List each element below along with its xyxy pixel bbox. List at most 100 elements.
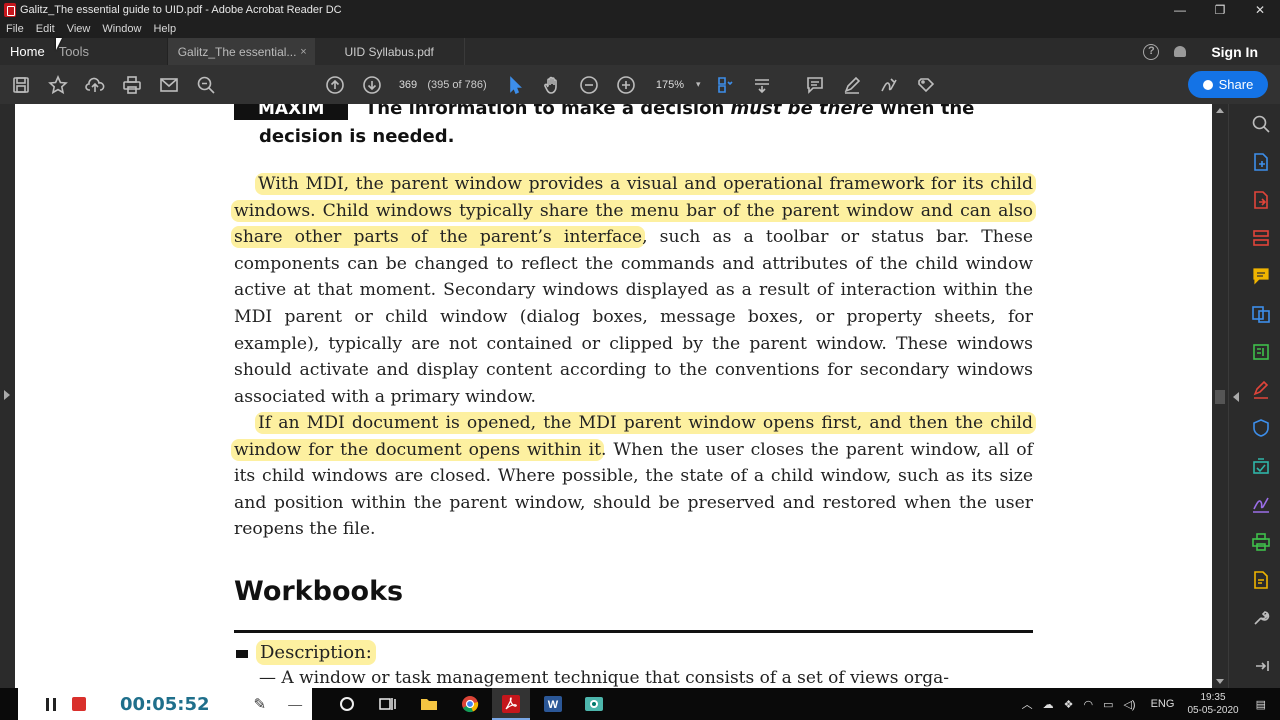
print-production-icon[interactable]	[1251, 532, 1271, 552]
acrobat-app-icon	[4, 3, 16, 17]
task-view-icon[interactable]	[377, 694, 397, 714]
help-icon[interactable]: ?	[1143, 43, 1160, 60]
zoom-out-icon[interactable]	[570, 70, 607, 100]
edit-pdf-icon[interactable]	[1251, 342, 1271, 362]
pen-icon[interactable]: ✎	[254, 695, 267, 713]
pdf-page[interactable]: MAXIM The information to make a decision…	[15, 104, 1212, 688]
notifications-icon[interactable]: ▤	[1256, 698, 1266, 711]
collapse-tools-pane-icon[interactable]	[1233, 392, 1239, 402]
recording-timer: 00:05:52	[120, 693, 210, 715]
maxim-text-part1: The information to make a decision	[365, 104, 731, 119]
organize-pages-icon[interactable]	[1251, 228, 1271, 248]
hand-tool-icon[interactable]	[533, 70, 570, 100]
page-number-input[interactable]: 369	[394, 79, 422, 91]
zoom-dropdown-icon[interactable]: ▾	[696, 79, 701, 90]
zoom-in-icon[interactable]	[607, 70, 644, 100]
signature-icon[interactable]	[1251, 494, 1271, 514]
clock[interactable]: 19:35 05-05-2020	[1187, 691, 1238, 717]
file-explorer-icon[interactable]	[419, 694, 439, 714]
pause-icon[interactable]	[46, 697, 56, 711]
create-pdf-icon[interactable]	[1251, 152, 1271, 172]
combine-files-icon[interactable]	[1251, 304, 1271, 324]
send-for-review-icon[interactable]	[1251, 456, 1271, 476]
export-pdf-icon[interactable]	[1251, 190, 1271, 210]
person-icon	[1202, 79, 1213, 90]
share-button[interactable]: Share	[1188, 71, 1268, 98]
collapse-pane-icon[interactable]	[1251, 656, 1271, 676]
bullet-marker	[236, 650, 248, 658]
tab-home[interactable]: Home	[0, 38, 55, 65]
onedrive-icon[interactable]: ☁	[1043, 698, 1054, 711]
print-icon[interactable]	[113, 70, 150, 100]
tab-bar: Home Tools Galitz_The essential... × UID…	[0, 38, 1280, 65]
menu-help[interactable]: Help	[147, 23, 182, 35]
acrobat-taskbar-button[interactable]	[492, 688, 530, 720]
close-button[interactable]: ✕	[1240, 0, 1280, 20]
share-button-label: Share	[1218, 77, 1254, 92]
scroll-mode-icon[interactable]	[744, 70, 781, 100]
stop-icon[interactable]	[72, 697, 86, 711]
page-count-label: (395 of 786)	[427, 78, 487, 91]
scroll-up-icon[interactable]	[1216, 108, 1224, 113]
sign-icon[interactable]	[871, 70, 908, 100]
email-icon[interactable]	[150, 70, 187, 100]
left-nav-panel[interactable]	[0, 104, 15, 688]
show-hidden-icons-icon[interactable]: ︿	[1022, 696, 1033, 712]
more-tools-icon[interactable]	[908, 70, 945, 100]
menu-edit[interactable]: Edit	[30, 23, 61, 35]
fill-sign-icon[interactable]	[1251, 380, 1271, 400]
screen-recorder-app-icon[interactable]	[584, 694, 604, 714]
tab-document-galitz[interactable]: Galitz_The essential... ×	[166, 38, 315, 65]
tab-close-icon[interactable]: ×	[300, 46, 306, 58]
menu-view[interactable]: View	[61, 23, 97, 35]
highlight-pen-icon[interactable]	[834, 70, 871, 100]
header-right: ? Sign In	[1143, 38, 1280, 65]
next-page-icon[interactable]	[353, 70, 390, 100]
title-bar: Galitz_The essential guide to UID.pdf - …	[0, 0, 1280, 20]
recorder-minimize-button[interactable]: —	[288, 696, 302, 712]
scroll-down-icon[interactable]	[1216, 679, 1224, 684]
customize-tools-icon[interactable]	[1251, 608, 1271, 628]
previous-page-icon[interactable]	[316, 70, 353, 100]
maxim-text-part2: when the	[873, 104, 975, 119]
page-layout-icon[interactable]	[707, 70, 744, 100]
word-icon[interactable]: W	[543, 694, 563, 714]
description-text: — A window or task management technique …	[259, 668, 949, 688]
wifi-icon[interactable]: ◠	[1083, 698, 1093, 711]
protect-icon[interactable]	[1251, 418, 1271, 438]
sign-in-link[interactable]: Sign In	[1211, 44, 1258, 60]
fill-form-icon[interactable]	[1251, 570, 1271, 590]
upload-cloud-icon[interactable]	[76, 70, 113, 100]
document-viewport[interactable]: MAXIM The information to make a decision…	[0, 104, 1212, 688]
battery-icon[interactable]: ▭	[1103, 698, 1113, 711]
save-icon[interactable]	[2, 70, 39, 100]
select-cursor-icon[interactable]	[496, 70, 533, 100]
maxim-text-italic: must be there	[730, 104, 874, 119]
search-circle-icon[interactable]	[337, 694, 357, 714]
description-label[interactable]: Description:	[256, 640, 376, 665]
minimize-button[interactable]: —	[1160, 0, 1200, 20]
maximize-button[interactable]: ❐	[1200, 0, 1240, 20]
comment-tool-icon[interactable]	[1251, 266, 1271, 286]
language-indicator[interactable]: ENG	[1151, 698, 1175, 710]
menu-window[interactable]: Window	[96, 23, 147, 35]
clock-date: 05-05-2020	[1187, 705, 1239, 716]
system-tray: ︿ ☁ ❖ ◠ ▭ ◁) ENG 19:35 05-05-2020 ▤	[1017, 688, 1280, 720]
scroll-thumb[interactable]	[1215, 390, 1225, 404]
volume-icon[interactable]: ◁)	[1123, 698, 1135, 711]
heading-rule	[234, 630, 1033, 633]
expand-nav-panel-icon[interactable]	[4, 390, 10, 400]
menu-file[interactable]: File	[0, 23, 30, 35]
zoom-level-input[interactable]: 175%	[652, 79, 688, 91]
notification-bell-icon[interactable]	[1173, 45, 1187, 59]
chrome-icon[interactable]	[460, 694, 480, 714]
search-zoom-icon[interactable]	[187, 70, 224, 100]
acrobat-window: Galitz_The essential guide to UID.pdf - …	[0, 0, 1280, 720]
bookmark-star-icon[interactable]	[39, 70, 76, 100]
tab-document-uid-syllabus[interactable]: UID Syllabus.pdf	[315, 38, 465, 65]
dropbox-icon[interactable]: ❖	[1064, 698, 1074, 711]
tab-tools[interactable]: Tools	[55, 38, 167, 65]
vertical-scrollbar[interactable]	[1212, 104, 1228, 688]
zoom-search-icon[interactable]	[1251, 114, 1271, 134]
comment-icon[interactable]	[797, 70, 834, 100]
